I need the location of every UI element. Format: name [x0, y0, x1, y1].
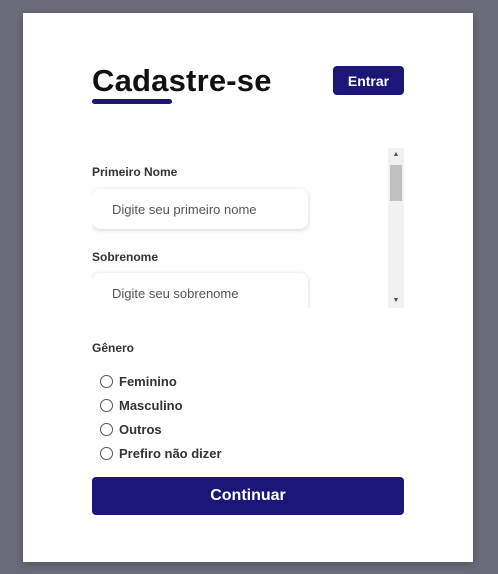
signup-card: Cadastre-se Entrar Primeiro Nome Sobreno…: [23, 13, 473, 562]
title-underline: [92, 99, 172, 104]
radio-option-prefiro-nao-dizer[interactable]: Prefiro não dizer: [100, 446, 222, 461]
radio-button[interactable]: [100, 375, 113, 388]
name-fields-scroll-area[interactable]: Primeiro Nome Sobrenome ▲ ▼: [92, 148, 404, 308]
radio-label: Prefiro não dizer: [119, 446, 222, 461]
radio-label: Masculino: [119, 398, 183, 413]
radio-option-feminino[interactable]: Feminino: [100, 374, 177, 389]
scroll-down-arrow-icon[interactable]: ▼: [388, 294, 404, 308]
radio-button[interactable]: [100, 447, 113, 460]
radio-button[interactable]: [100, 399, 113, 412]
scroll-up-arrow-icon[interactable]: ▲: [388, 148, 404, 162]
radio-label: Outros: [119, 422, 162, 437]
radio-button[interactable]: [100, 423, 113, 436]
page-title: Cadastre-se: [92, 63, 272, 98]
continue-button[interactable]: Continuar: [92, 477, 404, 515]
scrollbar[interactable]: ▲ ▼: [388, 148, 404, 308]
login-button[interactable]: Entrar: [333, 66, 404, 95]
gender-label: Gênero: [92, 341, 135, 355]
last-name-input[interactable]: [92, 273, 308, 308]
radio-option-masculino[interactable]: Masculino: [100, 398, 183, 413]
radio-label: Feminino: [119, 374, 177, 389]
scroll-thumb[interactable]: [390, 165, 402, 201]
radio-option-outros[interactable]: Outros: [100, 422, 162, 437]
first-name-input[interactable]: [92, 189, 308, 229]
first-name-label: Primeiro Nome: [92, 165, 178, 179]
last-name-label: Sobrenome: [92, 250, 159, 264]
